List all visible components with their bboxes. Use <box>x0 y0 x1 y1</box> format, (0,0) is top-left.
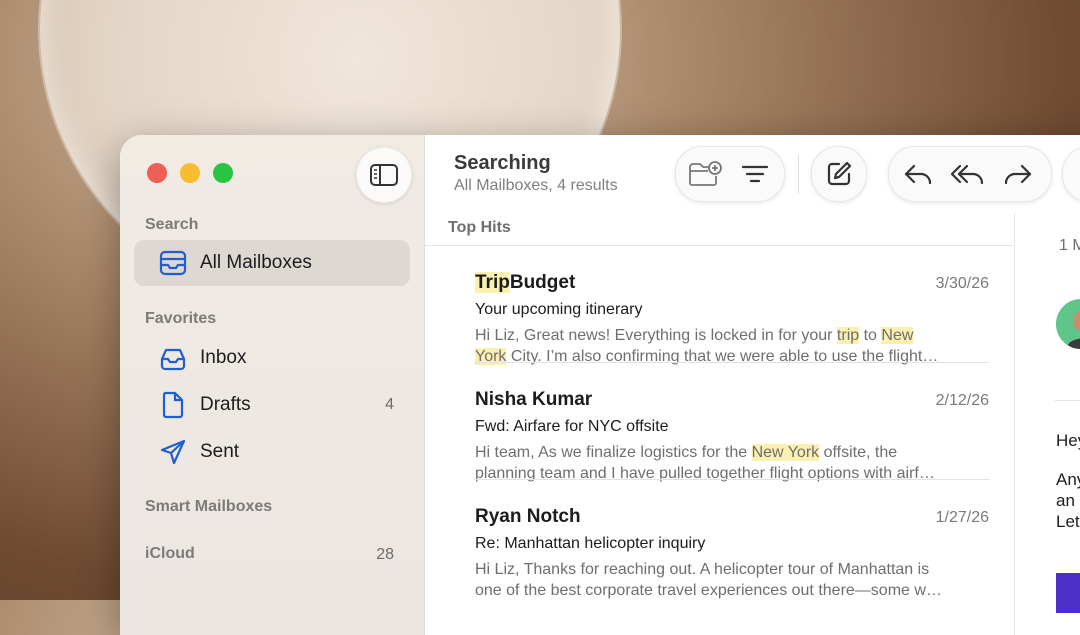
reply-all-button[interactable] <box>943 149 993 199</box>
folder-add-icon <box>689 161 722 186</box>
reply-all-icon <box>951 164 984 185</box>
reply-icon <box>904 164 932 185</box>
section-label-smart-mailboxes[interactable]: Smart Mailboxes <box>145 498 272 516</box>
page-title: Searching <box>454 152 551 174</box>
header-divider <box>1055 400 1080 401</box>
message-subject: Your upcoming itinerary <box>475 301 643 318</box>
sidebar-item-label: Drafts <box>200 394 251 415</box>
inbox-icon <box>158 343 188 373</box>
body-text-fragment: Let <box>1056 512 1080 531</box>
body-text-fragment: Any <box>1056 470 1080 489</box>
section-label-icloud[interactable]: iCloud <box>145 545 195 563</box>
document-icon <box>158 390 188 420</box>
forward-icon <box>1004 164 1032 185</box>
window-controls <box>147 163 233 183</box>
message-sender: Nisha Kumar <box>475 389 593 410</box>
toolbar-divider <box>798 155 799 193</box>
list-item[interactable]: Ryan Notch 1/27/26 Re: Manhattan helicop… <box>425 480 1013 599</box>
mail-window: Search All Mailboxes Favorites Inbox Dra… <box>120 135 1080 635</box>
sidebar-item-label: Sent <box>200 441 240 462</box>
message-sender: TripBudget <box>475 272 576 293</box>
message-date: 1/27/26 <box>935 509 989 526</box>
message-preview: Hi team, As we finalize logistics for th… <box>475 444 935 482</box>
message-preview: Hi Liz, Great news! Everything is locked… <box>475 327 939 365</box>
drafts-count-badge: 4 <box>385 396 394 413</box>
section-header-top-hits: Top Hits <box>425 213 1013 246</box>
message-list-pane: Searching All Mailboxes, 4 results Top H… <box>425 135 1080 635</box>
minimize-window-button[interactable] <box>180 163 200 183</box>
message-date: 3/30/26 <box>935 275 989 292</box>
sidebar-icon <box>370 164 398 186</box>
forward-button[interactable] <box>993 149 1043 199</box>
sidebar-item-sent[interactable]: Sent <box>134 429 410 475</box>
tray-stack-icon <box>158 248 188 278</box>
list-item[interactable]: Nisha Kumar 2/12/26 Fwd: Airfare for NYC… <box>425 363 1013 482</box>
message-preview: Hi Liz, Thanks for reaching out. A helic… <box>475 561 942 599</box>
message-list: TripBudget 3/30/26 Your upcoming itinera… <box>425 246 1013 599</box>
message-date: 2/12/26 <box>935 392 989 409</box>
body-text-fragment: an <box>1056 491 1075 510</box>
sidebar-item-label: Inbox <box>200 347 247 368</box>
sidebar-item-inbox[interactable]: Inbox <box>134 335 410 381</box>
zoom-window-button[interactable] <box>213 163 233 183</box>
avatar <box>1056 299 1080 349</box>
message-subject: Fwd: Airfare for NYC offsite <box>475 418 669 435</box>
sidebar: Search All Mailboxes Favorites Inbox Dra… <box>120 135 425 635</box>
filter-lines-icon <box>741 165 769 183</box>
toolbar-more-button[interactable] <box>1062 146 1080 202</box>
sidebar-toggle-button[interactable] <box>356 147 412 203</box>
toolbar-group-organize <box>675 146 785 202</box>
sidebar-item-label: All Mailboxes <box>200 252 312 273</box>
embedded-banner <box>1056 573 1080 613</box>
reading-pane: 1 M Hey Any an Let <box>1014 213 1080 635</box>
list-item[interactable]: TripBudget 3/30/26 Your upcoming itinera… <box>425 246 1013 365</box>
reply-button[interactable] <box>893 149 943 199</box>
sidebar-item-drafts[interactable]: Drafts 4 <box>134 382 410 428</box>
message-date-fragment: 1 M <box>1059 237 1080 254</box>
compose-icon <box>827 161 852 186</box>
move-to-folder-button[interactable] <box>680 149 730 199</box>
message-sender: Ryan Notch <box>475 506 581 527</box>
section-title: Top Hits <box>448 219 511 236</box>
sidebar-item-all-mailboxes[interactable]: All Mailboxes <box>134 240 410 286</box>
close-window-button[interactable] <box>147 163 167 183</box>
section-label-search: Search <box>145 216 199 233</box>
section-label-favorites: Favorites <box>145 310 217 327</box>
paper-plane-icon <box>158 437 188 467</box>
toolbar-group-reply <box>888 146 1052 202</box>
filter-button[interactable] <box>730 149 780 199</box>
message-subject: Re: Manhattan helicopter inquiry <box>475 535 706 552</box>
compose-button[interactable] <box>811 146 867 202</box>
body-text-fragment: Hey <box>1056 431 1080 450</box>
icloud-count-badge: 28 <box>376 546 394 563</box>
search-scope-subtitle: All Mailboxes, 4 results <box>454 177 618 194</box>
